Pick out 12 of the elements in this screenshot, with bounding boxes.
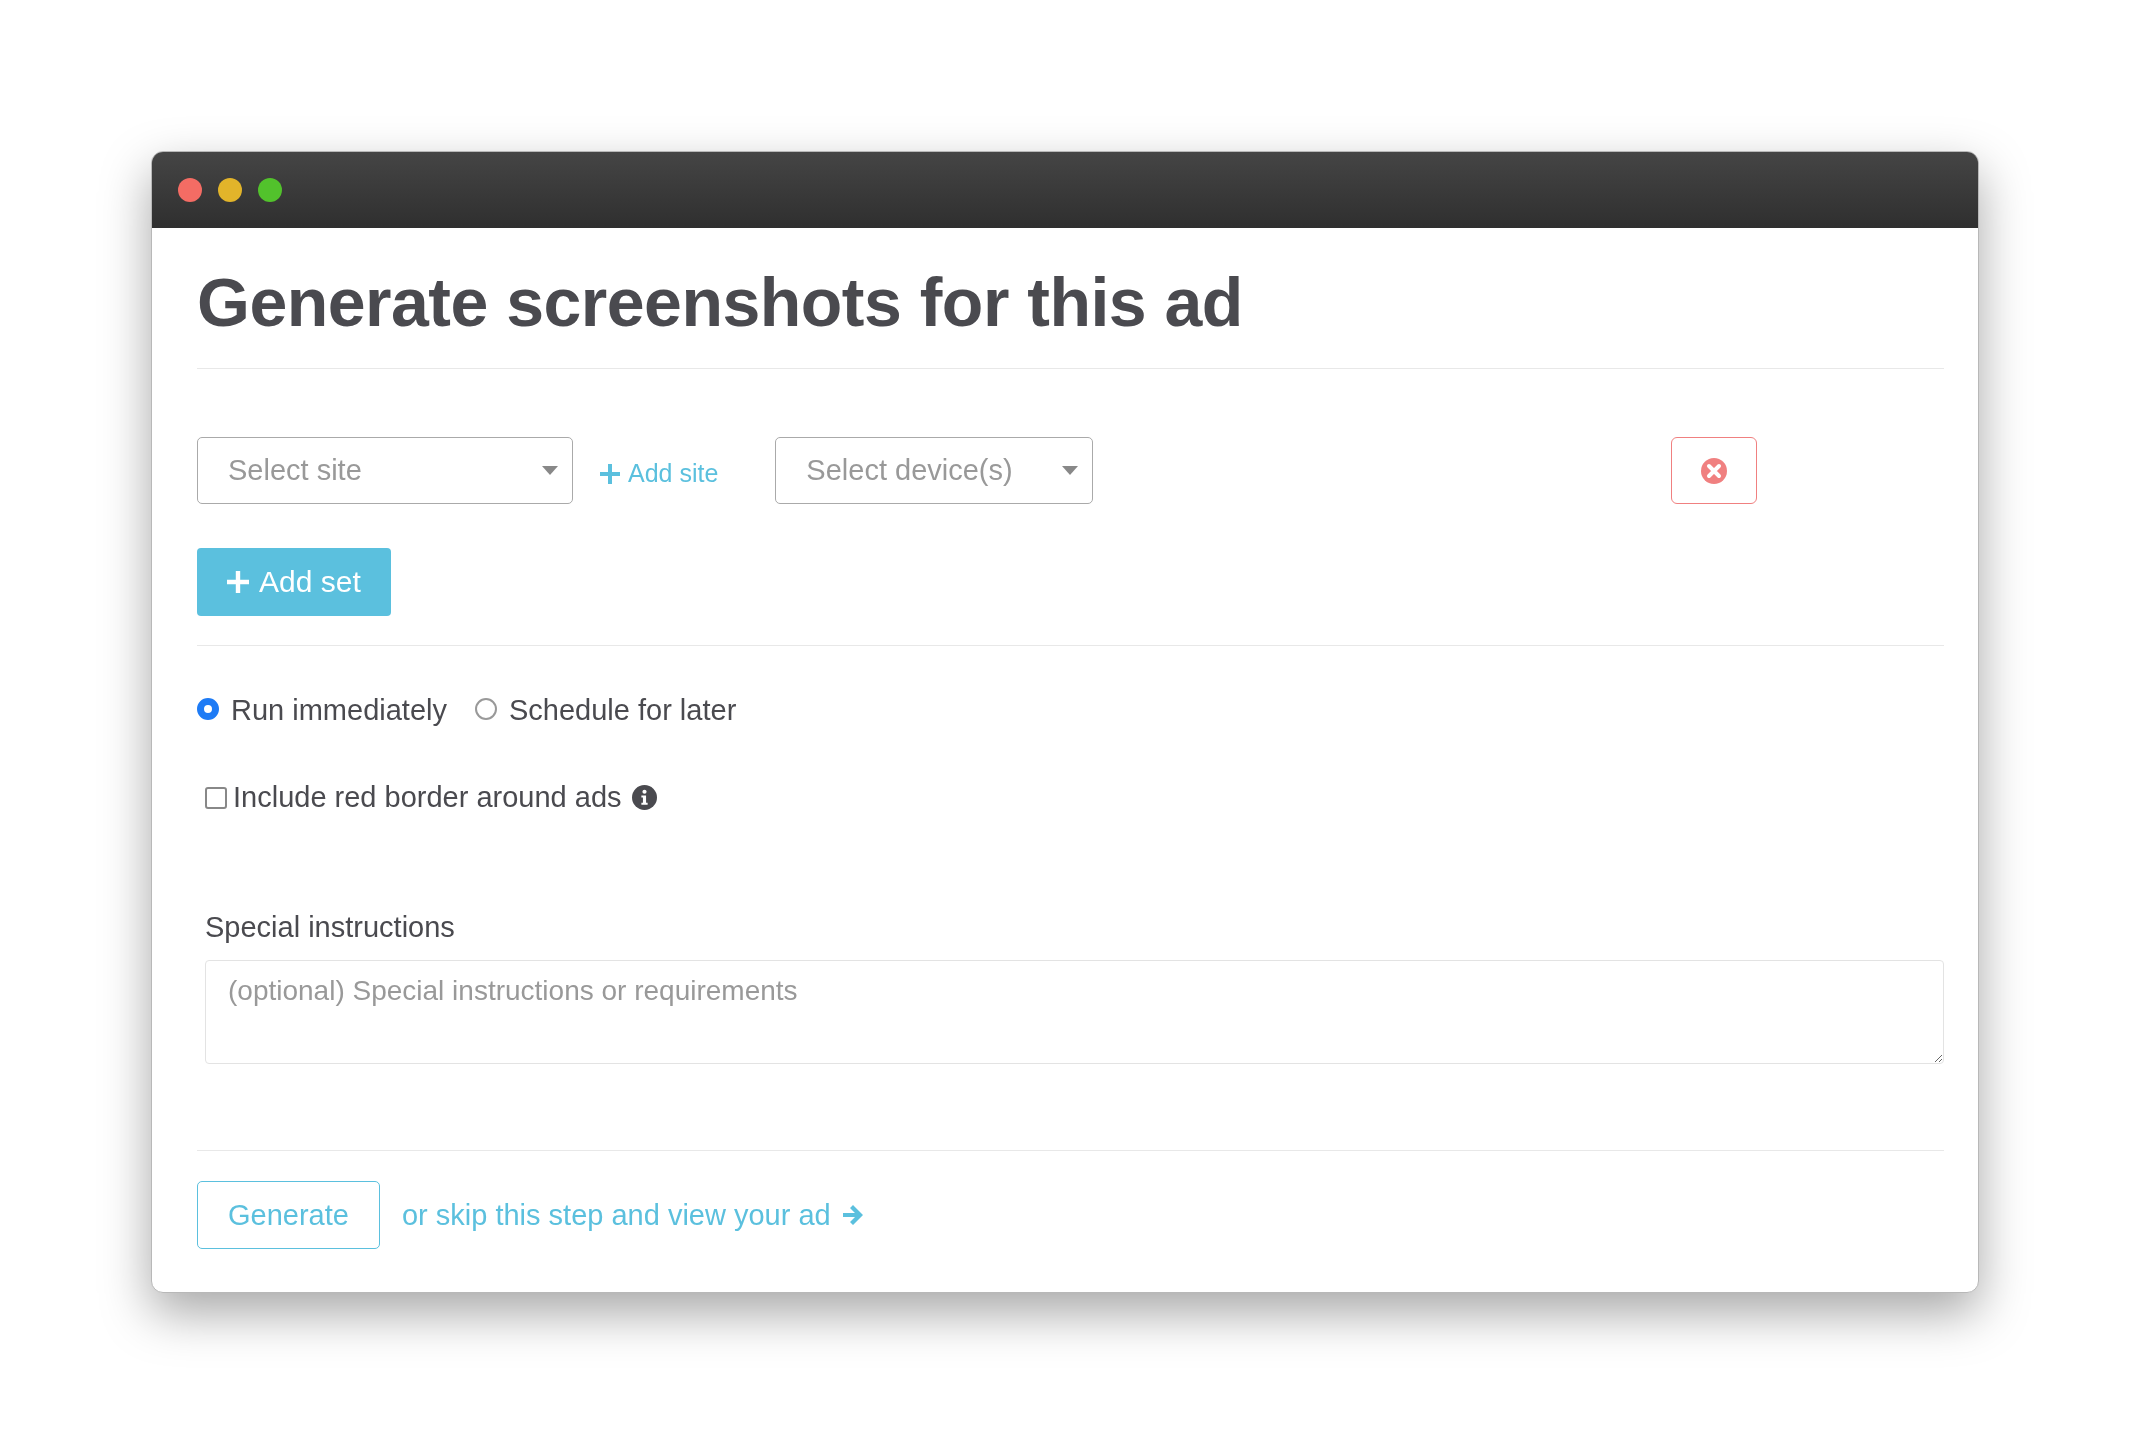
- checkbox-label: Include red border around ads: [233, 781, 622, 815]
- instructions-field[interactable]: (optional) Special instructions or requirements: [205, 960, 1944, 1065]
- radio-label: Schedule for later: [509, 694, 737, 728]
- site-select[interactable]: Select site: [197, 437, 573, 505]
- add-set-button[interactable]: Add set: [197, 548, 391, 617]
- radio-label: Run immediately: [231, 694, 447, 728]
- generate-button[interactable]: Generate: [197, 1181, 380, 1250]
- add-site-link[interactable]: Add site: [600, 459, 719, 489]
- device-select[interactable]: Select device(s): [775, 437, 1094, 505]
- page-title: Generate screenshots for this ad: [197, 263, 1244, 342]
- skip-link[interactable]: or skip this step and view your ad: [401, 1198, 865, 1232]
- field-label: Special instructions: [205, 911, 456, 945]
